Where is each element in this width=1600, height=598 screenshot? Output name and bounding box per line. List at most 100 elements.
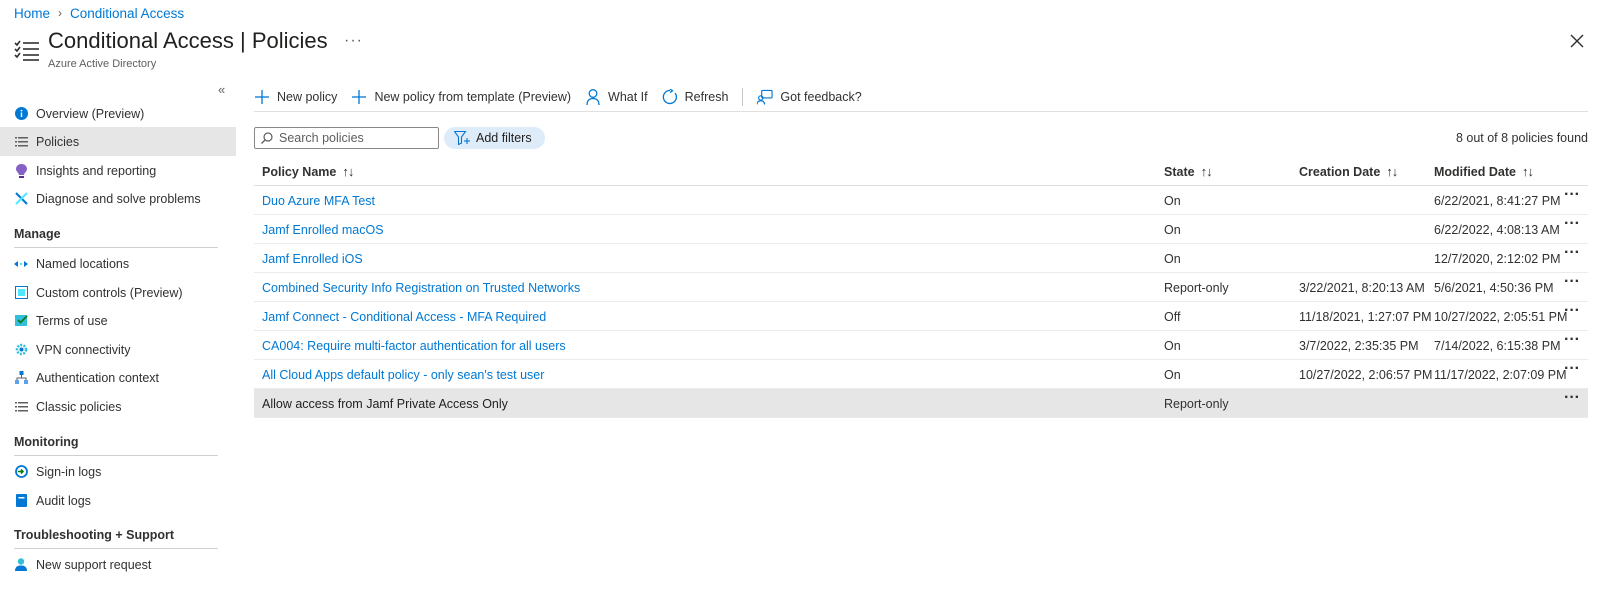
sidebar-item-new-support-request[interactable]: New support request — [0, 550, 236, 579]
section-manage: Manage — [14, 227, 218, 248]
collapse-sidebar-icon[interactable]: « — [218, 82, 232, 97]
table-row[interactable]: Jamf Enrolled macOS On 6/22/2022, 4:08:1… — [254, 215, 1588, 244]
sidebar-item-custom-controls[interactable]: Custom controls (Preview) — [0, 278, 236, 307]
new-policy-from-template-button[interactable]: New policy from template (Preview) — [351, 85, 571, 109]
sidebar-item-terms-of-use[interactable]: Terms of use — [0, 306, 236, 335]
breadcrumb-conditional-access[interactable]: Conditional Access — [70, 6, 184, 21]
policy-created: 10/27/2022, 2:06:57 PM — [1299, 368, 1433, 382]
policy-state: On — [1164, 223, 1181, 237]
column-header-policy-name[interactable]: Policy Name ↑↓ — [262, 164, 354, 179]
list-icon — [14, 400, 28, 414]
sidebar-item-insights[interactable]: Insights and reporting — [0, 156, 236, 185]
sidebar-item-label: Terms of use — [36, 313, 108, 328]
table-header: Policy Name ↑↓ State ↑↓ Creation Date ↑↓… — [254, 156, 1588, 186]
sidebar-item-policies[interactable]: Policies — [0, 127, 236, 156]
page-subtitle: Azure Active Directory — [48, 58, 157, 70]
policy-name-link[interactable]: Duo Azure MFA Test — [262, 194, 375, 208]
refresh-button[interactable]: Refresh — [662, 85, 729, 109]
column-header-modified-date[interactable]: Modified Date ↑↓ — [1434, 164, 1534, 179]
plus-icon — [254, 89, 270, 105]
column-header-creation-date[interactable]: Creation Date ↑↓ — [1299, 164, 1398, 179]
column-label: Policy Name — [262, 164, 337, 179]
add-filters-button[interactable]: Add filters — [444, 127, 545, 149]
policy-state: On — [1164, 194, 1181, 208]
hierarchy-icon — [14, 371, 28, 385]
more-actions-icon[interactable]: ··· — [1560, 245, 1584, 268]
header-more-icon[interactable]: ··· — [344, 32, 363, 50]
policy-modified: 5/6/2021, 4:50:36 PM — [1434, 281, 1554, 295]
feedback-icon — [757, 89, 774, 105]
sidebar-item-authentication-context[interactable]: Authentication context — [0, 363, 236, 392]
sidebar-item-audit-logs[interactable]: Audit logs — [0, 486, 236, 515]
policy-modified: 11/17/2022, 2:07:09 PM — [1434, 368, 1567, 382]
new-policy-button[interactable]: New policy — [254, 85, 337, 109]
more-actions-icon[interactable]: ··· — [1560, 187, 1584, 210]
sidebar-item-vpn[interactable]: VPN connectivity — [0, 335, 236, 364]
table-row[interactable]: Jamf Connect - Conditional Access - MFA … — [254, 302, 1588, 331]
policy-state: Report-only — [1164, 397, 1229, 411]
sidebar-item-classic-policies[interactable]: Classic policies — [0, 392, 236, 421]
feedback-label: Got feedback? — [780, 89, 862, 104]
sidebar-item-label: Insights and reporting — [36, 163, 157, 178]
new-policy-from-template-label: New policy from template (Preview) — [374, 89, 572, 104]
page-header: Conditional Access | Policies Azure Acti… — [14, 28, 1594, 74]
column-header-state[interactable]: State ↑↓ — [1164, 164, 1213, 179]
search-icon — [261, 132, 273, 144]
more-actions-icon[interactable]: ··· — [1560, 361, 1584, 384]
sort-icon: ↑↓ — [1521, 164, 1534, 179]
sidebar-item-diagnose[interactable]: Diagnose and solve problems — [0, 184, 236, 213]
add-filters-label: Add filters — [476, 131, 532, 145]
policy-created: 3/7/2022, 2:35:35 PM — [1299, 339, 1419, 353]
policy-state: Off — [1164, 310, 1181, 324]
policy-name-link[interactable]: All Cloud Apps default policy - only sea… — [262, 368, 544, 382]
table-row[interactable]: CA004: Require multi-factor authenticati… — [254, 331, 1588, 360]
search-box[interactable] — [254, 127, 439, 149]
custom-controls-icon — [14, 286, 28, 300]
table-row[interactable]: All Cloud Apps default policy - only sea… — [254, 360, 1588, 389]
policy-state: On — [1164, 339, 1181, 353]
policy-state: Report-only — [1164, 281, 1229, 295]
sidebar-item-label: Sign-in logs — [36, 464, 102, 479]
policy-name-link[interactable]: Jamf Enrolled macOS — [262, 223, 384, 237]
table-row[interactable]: Duo Azure MFA Test On 6/22/2021, 8:41:27… — [254, 186, 1588, 215]
book-icon — [14, 494, 28, 508]
more-actions-icon[interactable]: ··· — [1560, 216, 1584, 239]
plus-icon — [351, 89, 367, 105]
search-input[interactable] — [279, 131, 429, 145]
policy-count: 8 out of 8 policies found — [1455, 131, 1588, 145]
what-if-button[interactable]: What If — [585, 85, 648, 109]
policy-modified: 7/14/2022, 6:15:38 PM — [1434, 339, 1561, 353]
sidebar-item-signin-logs[interactable]: Sign-in logs — [0, 457, 236, 486]
table-row-selected[interactable]: Allow access from Jamf Private Access On… — [254, 389, 1588, 418]
chevron-right-icon: › — [58, 6, 63, 20]
feedback-button[interactable]: Got feedback? — [757, 85, 862, 109]
policy-name-link[interactable]: Jamf Connect - Conditional Access - MFA … — [262, 310, 546, 324]
more-actions-icon[interactable]: ··· — [1560, 274, 1584, 297]
refresh-icon — [662, 88, 678, 105]
more-actions-icon[interactable]: ··· — [1560, 390, 1584, 413]
column-label: State — [1164, 164, 1195, 179]
policy-name-link[interactable]: Combined Security Info Registration on T… — [262, 281, 580, 295]
close-icon[interactable] — [1566, 30, 1588, 52]
sidebar-item-label: Policies — [36, 134, 80, 149]
more-actions-icon[interactable]: ··· — [1560, 303, 1584, 326]
breadcrumb-home[interactable]: Home — [14, 6, 50, 21]
policy-name-link[interactable]: Jamf Enrolled iOS — [262, 252, 363, 266]
sidebar-item-overview[interactable]: Overview (Preview) — [0, 99, 236, 128]
policy-name-link[interactable]: CA004: Require multi-factor authenticati… — [262, 339, 566, 353]
table-row[interactable]: Jamf Enrolled iOS On 12/7/2020, 2:12:02 … — [254, 244, 1588, 273]
terms-icon — [14, 314, 28, 328]
new-policy-label: New policy — [277, 89, 338, 104]
column-label: Modified Date — [1434, 164, 1516, 179]
policy-modified: 6/22/2021, 8:41:27 PM — [1434, 194, 1561, 208]
locations-icon — [14, 257, 28, 271]
signin-icon — [14, 465, 28, 479]
filter-add-icon — [454, 131, 470, 145]
refresh-label: Refresh — [684, 89, 729, 104]
policy-created: 11/18/2021, 1:27:07 PM — [1299, 310, 1432, 324]
table-row[interactable]: Combined Security Info Registration on T… — [254, 273, 1588, 302]
policy-name-link[interactable]: Allow access from Jamf Private Access On… — [262, 397, 508, 411]
bulb-icon — [14, 163, 28, 178]
more-actions-icon[interactable]: ··· — [1560, 332, 1584, 355]
sidebar-item-named-locations[interactable]: Named locations — [0, 249, 236, 278]
